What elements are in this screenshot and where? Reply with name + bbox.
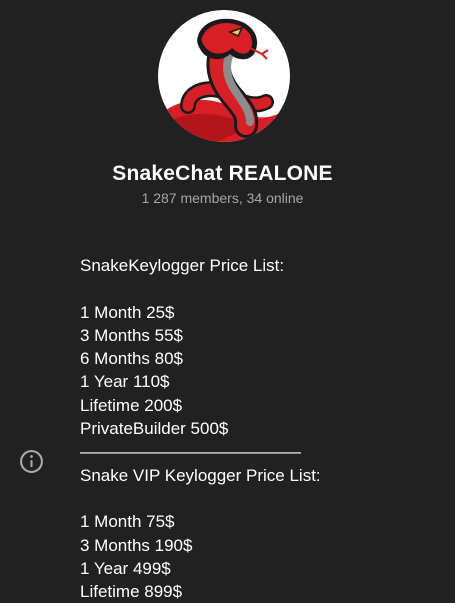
- avatar[interactable]: [158, 10, 290, 142]
- description-line: 6 Months 80$: [80, 349, 184, 369]
- description-line: PrivateBuilder 500$: [80, 419, 229, 439]
- channel-description: SnakeKeylogger Price List: 1 Month 25$ 3…: [80, 254, 440, 603]
- description-line: 1 Year 499$: [80, 558, 171, 578]
- description-line: 3 Months 55$: [80, 325, 184, 345]
- description-line: 1 Month 25$: [80, 302, 175, 322]
- description-line: [80, 487, 440, 510]
- description-line: 1 Month 75$: [80, 512, 175, 532]
- description-line: SnakeKeylogger Price List:: [80, 256, 285, 275]
- description-line: Lifetime 200$: [80, 395, 183, 415]
- channel-title: SnakeChat REALONE: [112, 162, 333, 185]
- description-line: 1 Year 110$: [80, 372, 170, 392]
- info-icon[interactable]: [19, 449, 44, 474]
- description-line: [80, 277, 440, 300]
- description-line: Lifetime 899$: [80, 582, 183, 602]
- description-divider: —————————————: [80, 442, 301, 462]
- description-line: 3 Months 190$: [80, 535, 193, 555]
- info-circle-icon: [20, 450, 43, 473]
- snake-logo-icon: [158, 18, 290, 142]
- description-line: Snake VIP Keylogger Price List:: [80, 465, 321, 485]
- channel-member-count: 1 287 members, 34 online: [141, 190, 304, 206]
